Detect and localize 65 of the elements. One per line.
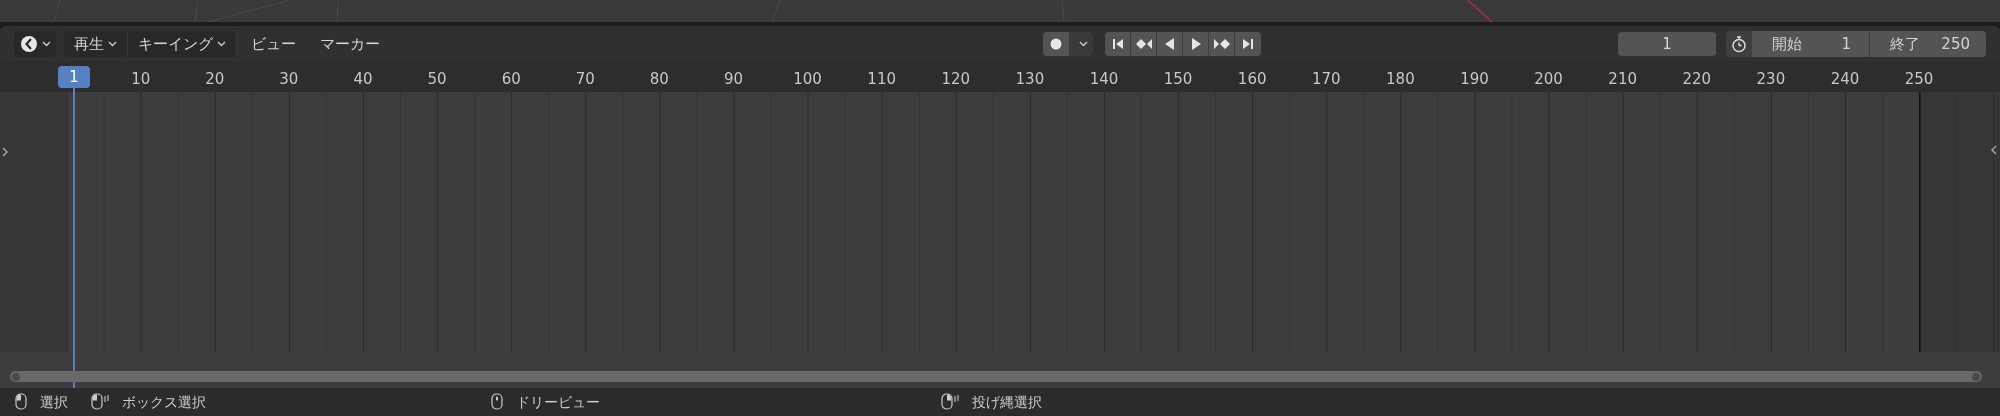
- previous-keyframe-icon: [1135, 36, 1152, 52]
- frame-number: 90: [723, 69, 744, 90]
- caret-icon: [1078, 41, 1088, 47]
- frame-number: 210: [1608, 69, 1637, 90]
- previous-keyframe-button[interactable]: [1131, 32, 1157, 56]
- frame-number: 120: [941, 69, 971, 90]
- mouse-middle-icon: [491, 393, 504, 411]
- frame-number: 140: [1089, 69, 1119, 90]
- status-hint: ボックス選択: [122, 392, 206, 412]
- caret-icon: [108, 41, 117, 47]
- frame-number: 190: [1460, 69, 1489, 90]
- end-frame-field[interactable]: 終了 250: [1870, 31, 1986, 57]
- scrollbar-handle[interactable]: [1972, 372, 1980, 381]
- frame-number: 100: [793, 69, 822, 90]
- frame-number: 50: [427, 69, 447, 90]
- caret-icon: [41, 41, 51, 47]
- menu-item[interactable]: ビュー: [241, 31, 306, 57]
- play-reverse-button[interactable]: [1157, 32, 1183, 56]
- start-frame-field[interactable]: 開始 1: [1752, 31, 1870, 57]
- frame-number: 220: [1682, 69, 1712, 90]
- record-icon: [1050, 38, 1062, 50]
- frame-number: 150: [1163, 69, 1193, 90]
- scrollbar-handle[interactable]: [12, 372, 20, 381]
- jump-end-button[interactable]: [1235, 32, 1261, 56]
- jump-start-button[interactable]: [1105, 32, 1131, 56]
- auto-keying-dropdown[interactable]: [1069, 32, 1093, 56]
- editor-type-button[interactable]: [14, 31, 56, 57]
- next-keyframe-button[interactable]: [1209, 32, 1235, 56]
- frame-number: 250: [1904, 69, 1934, 90]
- expand-left-icon: [1, 146, 9, 158]
- current-frame-field[interactable]: 1: [1618, 32, 1716, 56]
- stopwatch-icon: [1730, 35, 1748, 53]
- status-hint: ドリービュー: [516, 392, 600, 412]
- frame-number: 70: [575, 69, 595, 90]
- frame-number: 180: [1386, 69, 1415, 90]
- frame-number: 40: [353, 69, 373, 90]
- mouse-left-icon: [15, 393, 28, 411]
- frame-number: 160: [1237, 69, 1267, 90]
- status-hint: 選択: [40, 392, 68, 412]
- caret-icon: [217, 41, 226, 47]
- frame-number: 80: [649, 69, 669, 90]
- frame-number: 20: [205, 69, 225, 90]
- frame-number: 230: [1756, 69, 1786, 90]
- playhead-handle[interactable]: 1: [58, 66, 90, 88]
- menu-dropdown[interactable]: 再生: [64, 31, 128, 57]
- status-hint: 投げ縄選択: [972, 392, 1042, 412]
- play-button[interactable]: [1183, 32, 1209, 56]
- mouse-left-drag-icon: [91, 393, 110, 411]
- next-keyframe-icon: [1213, 36, 1230, 52]
- frame-number: 130: [1015, 69, 1045, 90]
- horizontal-scrollbar[interactable]: [10, 371, 1982, 382]
- frame-number: 240: [1830, 69, 1860, 90]
- menu-item[interactable]: マーカー: [310, 31, 390, 57]
- frame-number: 60: [501, 69, 521, 90]
- auto-keying-toggle[interactable]: [1043, 32, 1069, 56]
- expand-right-icon: [1990, 144, 1998, 156]
- frame-number: 170: [1311, 69, 1341, 90]
- preview-range-button[interactable]: [1726, 31, 1752, 57]
- mouse-right-drag-icon: [941, 393, 960, 411]
- menu-dropdown[interactable]: キーイング: [128, 31, 237, 57]
- jump-end-icon: [1240, 36, 1256, 52]
- frame-number: 110: [867, 69, 896, 90]
- frame-number: 10: [131, 69, 151, 90]
- frame-number: 200: [1534, 69, 1563, 90]
- frame-number: 30: [279, 69, 299, 90]
